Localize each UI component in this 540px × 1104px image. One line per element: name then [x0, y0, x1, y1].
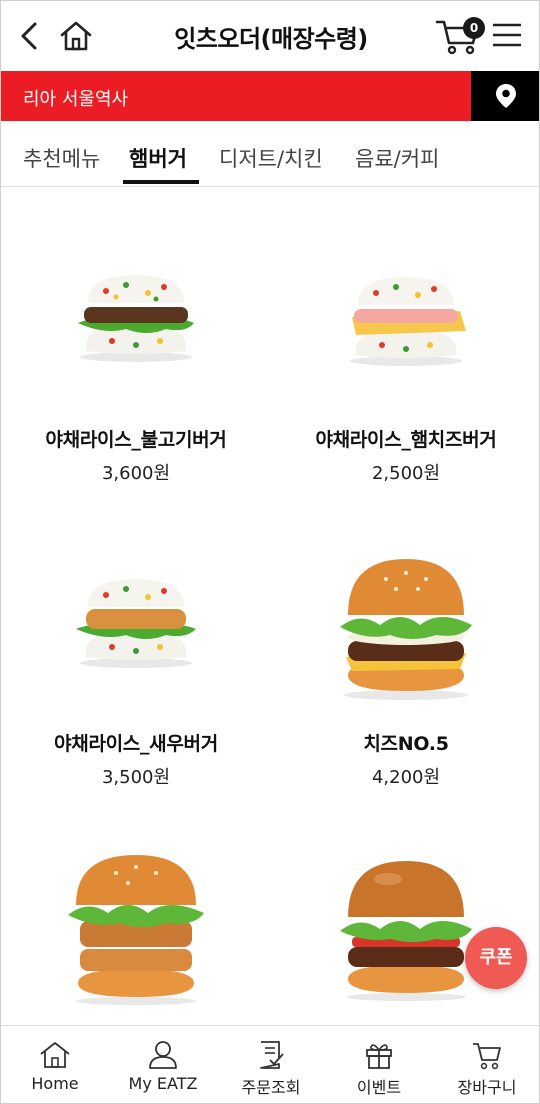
page-title: 잇츠오더(매장수령) [174, 25, 368, 53]
product-name: 야채라이스_새우버거 [54, 733, 218, 755]
nav-label: 주문조회 [241, 1078, 301, 1097]
product-image [76, 579, 196, 668]
product-card[interactable]: 야채라이스_햄치즈버거 2,500원 [271, 187, 539, 491]
product-price: 4,200원 [371, 767, 441, 788]
cart-count-badge: 0 [463, 17, 485, 39]
product-card[interactable] [1, 795, 271, 1025]
product-image [78, 275, 194, 362]
tab-dessert-chicken[interactable]: 디저트/치킨 [219, 143, 323, 173]
store-location-button[interactable] [471, 71, 539, 121]
hamburger-menu-icon[interactable] [491, 21, 523, 49]
product-image [340, 861, 472, 1001]
product-card[interactable]: 야채라이스_새우버거 3,500원 [1, 491, 271, 795]
back-arrow-icon[interactable] [15, 21, 43, 51]
nav-home[interactable]: Home [1, 1026, 109, 1103]
product-name: 치즈NO.5 [363, 733, 449, 755]
nav-label: 이벤트 [356, 1078, 402, 1097]
tab-drink-coffee[interactable]: 음료/커피 [355, 143, 439, 173]
home-icon [40, 1042, 70, 1068]
product-name: 야채라이스_불고기버거 [45, 429, 227, 451]
coupon-button[interactable]: 쿠폰 [465, 927, 527, 989]
store-bar: 리아 서울역사 [1, 71, 539, 121]
tab-recommended[interactable]: 추천메뉴 [23, 143, 100, 173]
person-icon [149, 1041, 177, 1069]
category-tabs: 추천메뉴 햄버거 디저트/치킨 음료/커피 [1, 121, 539, 187]
product-price: 2,500원 [371, 463, 441, 484]
product-name: 야채라이스_햄치즈버거 [315, 429, 497, 451]
home-icon[interactable] [59, 20, 93, 52]
active-tab-indicator [123, 180, 199, 184]
order-list-icon [260, 1041, 284, 1069]
top-header: 잇츠오더(매장수령) 0 [1, 1, 539, 71]
product-price: 3,500원 [101, 767, 171, 788]
product-grid: 야채라이스_불고기버거 3,600원 야채라이스_햄치즈버거 2,500원 야채… [1, 187, 539, 1025]
store-name[interactable]: 리아 서울역사 [23, 85, 128, 111]
product-card[interactable]: 치즈NO.5 4,200원 [271, 491, 539, 795]
product-image [340, 559, 472, 700]
nav-cart[interactable]: 장바구니 [433, 1026, 539, 1103]
nav-order-history[interactable]: 주문조회 [217, 1026, 325, 1103]
tab-hamburger[interactable]: 햄버거 [129, 143, 187, 173]
product-image [68, 855, 204, 1005]
app-frame: 잇츠오더(매장수령) 0 리아 서울역사 추천메뉴 햄버거 디저트/치킨 음료/… [0, 0, 540, 1104]
product-price: 3,600원 [101, 463, 171, 484]
product-card[interactable] [271, 795, 539, 1025]
nav-label: My EATZ [128, 1074, 198, 1093]
nav-my-eatz[interactable]: My EATZ [109, 1026, 217, 1103]
bottom-nav: Home My EATZ 주문조회 이벤트 장바구니 [1, 1025, 539, 1103]
cart-icon [473, 1043, 501, 1070]
nav-label: 장바구니 [457, 1078, 517, 1097]
product-card[interactable]: 야채라이스_불고기버거 3,600원 [1, 187, 271, 491]
nav-event[interactable]: 이벤트 [325, 1026, 433, 1103]
nav-label: Home [31, 1074, 79, 1093]
product-image [350, 277, 466, 366]
location-pin-icon [496, 84, 516, 108]
gift-icon [366, 1044, 392, 1069]
